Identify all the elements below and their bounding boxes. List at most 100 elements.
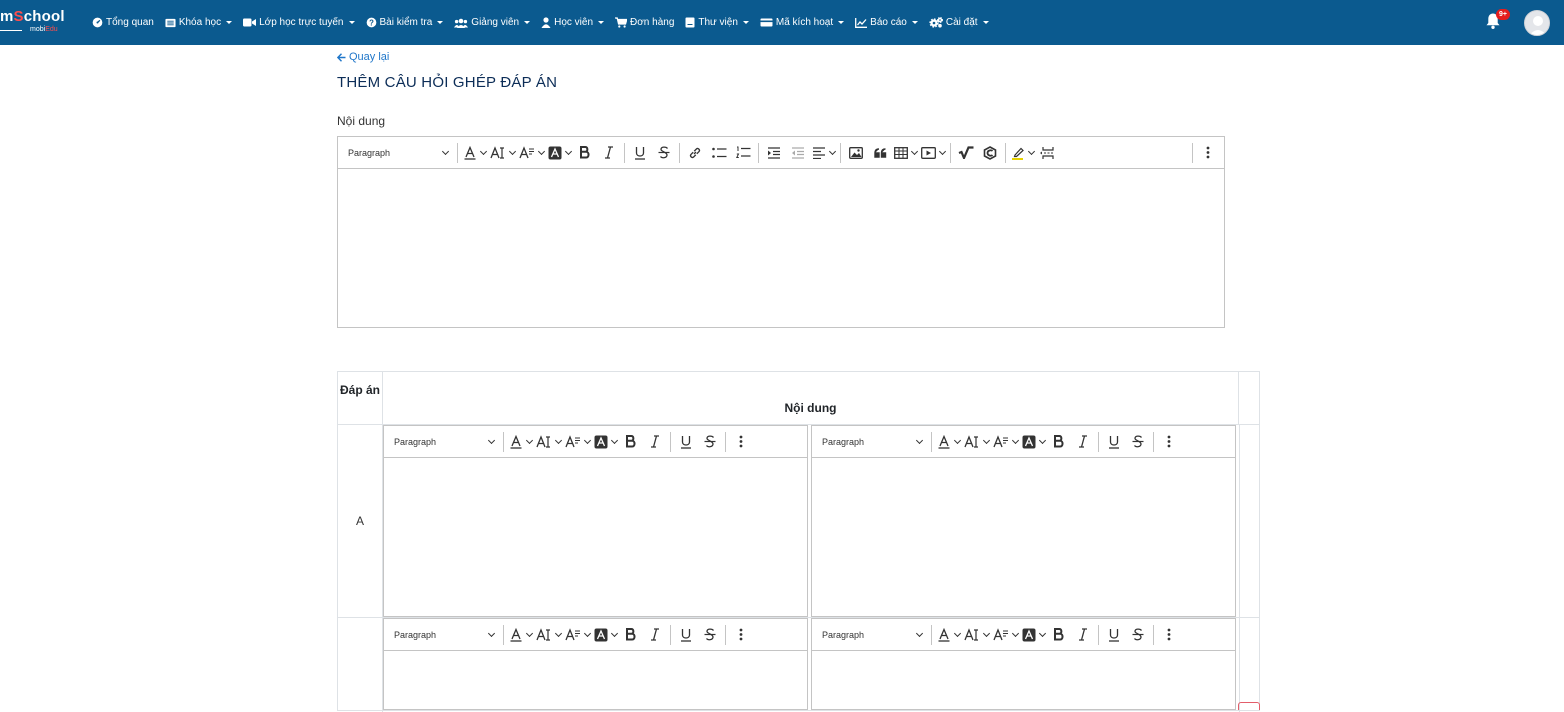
answer-content-textarea[interactable]	[812, 651, 1235, 709]
chevron-down-icon	[487, 629, 496, 637]
background-color-icon	[1022, 435, 1036, 448]
strikethrough-button[interactable]	[652, 141, 676, 165]
quote-icon	[873, 147, 886, 158]
toolbar-separator	[725, 431, 726, 452]
bold-button[interactable]	[619, 430, 643, 454]
bold-icon	[580, 146, 590, 159]
page-break-button[interactable]	[1036, 141, 1060, 165]
paragraph-format-select[interactable]: Paragraph	[388, 623, 500, 647]
bold-button[interactable]	[1047, 623, 1071, 647]
font-size-button[interactable]	[488, 141, 517, 165]
italic-button[interactable]	[643, 623, 667, 647]
more-tools-button[interactable]	[1157, 430, 1181, 454]
font-color-button[interactable]	[935, 623, 962, 647]
numbered-list-button[interactable]	[731, 141, 755, 165]
strikethrough-button[interactable]	[698, 430, 722, 454]
bold-button[interactable]	[1047, 430, 1071, 454]
chemistry-formula-button[interactable]	[978, 141, 1002, 165]
delete-row-button[interactable]	[1238, 702, 1260, 710]
outdent-button[interactable]	[786, 141, 810, 165]
answer-content-textarea[interactable]	[384, 458, 807, 616]
indent-button[interactable]	[762, 141, 786, 165]
answer-content-textarea[interactable]	[384, 651, 807, 709]
block-quote-button[interactable]	[868, 141, 892, 165]
underline-button[interactable]	[628, 141, 652, 165]
italic-button[interactable]	[643, 430, 667, 454]
underline-button[interactable]	[674, 430, 698, 454]
italic-icon	[1079, 628, 1087, 641]
chevron-down-icon	[487, 436, 496, 444]
book-icon	[165, 18, 176, 27]
underline-button[interactable]	[1102, 623, 1126, 647]
highlight-button[interactable]	[1009, 141, 1036, 165]
background-color-button[interactable]	[1020, 430, 1047, 454]
more-tools-button[interactable]	[1196, 141, 1220, 165]
italic-button[interactable]	[597, 141, 621, 165]
font-color-button[interactable]	[507, 623, 534, 647]
strikethrough-button[interactable]	[1126, 623, 1150, 647]
font-color-button[interactable]	[507, 430, 534, 454]
insert-media-button[interactable]	[919, 141, 947, 165]
font-family-button[interactable]	[517, 141, 546, 165]
font-size-button[interactable]	[534, 430, 563, 454]
nav-item-khoa-hoc[interactable]: Khóa học	[165, 17, 233, 28]
font-family-button[interactable]	[991, 623, 1020, 647]
nav-item-label: Thư viện	[698, 17, 738, 28]
font-size-button[interactable]	[962, 623, 991, 647]
paragraph-format-label: Paragraph	[394, 436, 437, 447]
nav-item-bao-cao[interactable]: Báo cáo	[855, 17, 918, 28]
nav-item-tong-quan[interactable]: Tổng quan	[92, 17, 154, 28]
underline-button[interactable]	[1102, 430, 1126, 454]
vertical-dots-icon	[1167, 435, 1171, 448]
underline-button[interactable]	[674, 623, 698, 647]
background-color-button[interactable]	[592, 430, 619, 454]
main-menu: Tổng quan Khóa học Lớp học trực tuyến ? …	[92, 0, 1000, 45]
font-family-button[interactable]	[563, 430, 592, 454]
more-tools-button[interactable]	[729, 430, 753, 454]
strikethrough-button[interactable]	[1126, 430, 1150, 454]
font-family-button[interactable]	[991, 430, 1020, 454]
background-color-button[interactable]	[546, 141, 573, 165]
nav-item-hoc-vien[interactable]: Học viên	[541, 17, 605, 28]
user-avatar[interactable]	[1524, 10, 1550, 36]
font-color-button[interactable]	[935, 430, 962, 454]
nav-item-lop-hoc-truc-tuyen[interactable]: Lớp học trực tuyến	[243, 17, 355, 28]
nav-item-cai-dat[interactable]: Cài đặt	[929, 17, 989, 28]
bold-button[interactable]	[619, 623, 643, 647]
font-size-button[interactable]	[962, 430, 991, 454]
brand-logo[interactable]: mSchool mobiEdu	[0, 8, 78, 38]
bold-icon	[626, 628, 636, 641]
background-color-button[interactable]	[592, 623, 619, 647]
text-align-button[interactable]	[810, 141, 837, 165]
back-link[interactable]: Quay lại	[337, 51, 389, 63]
insert-image-button[interactable]	[844, 141, 868, 165]
answer-content-textarea[interactable]	[812, 458, 1235, 616]
chevron-down-icon	[1038, 436, 1047, 444]
paragraph-format-select[interactable]: Paragraph	[388, 430, 500, 454]
nav-item-ma-kich-hoat[interactable]: Mã kích hoạt	[760, 17, 845, 28]
more-tools-button[interactable]	[1157, 623, 1181, 647]
chevron-down-icon	[583, 436, 592, 444]
strikethrough-button[interactable]	[698, 623, 722, 647]
background-color-button[interactable]	[1020, 623, 1047, 647]
paragraph-format-select[interactable]: Paragraph	[342, 141, 454, 165]
bold-button[interactable]	[573, 141, 597, 165]
font-size-button[interactable]	[534, 623, 563, 647]
math-equation-button[interactable]	[954, 141, 978, 165]
chemistry-icon	[983, 145, 997, 160]
bulleted-list-button[interactable]	[707, 141, 731, 165]
italic-button[interactable]	[1071, 623, 1095, 647]
nav-item-giang-vien[interactable]: Giảng viên	[454, 17, 531, 28]
paragraph-format-select[interactable]: Paragraph	[816, 623, 928, 647]
question-content-textarea[interactable]	[338, 169, 1224, 327]
more-tools-button[interactable]	[729, 623, 753, 647]
nav-item-bai-kiem-tra[interactable]: ? Bài kiểm tra	[366, 17, 444, 28]
italic-button[interactable]	[1071, 430, 1095, 454]
font-family-button[interactable]	[563, 623, 592, 647]
font-color-button[interactable]	[461, 141, 488, 165]
link-button[interactable]	[683, 141, 707, 165]
paragraph-format-select[interactable]: Paragraph	[816, 430, 928, 454]
nav-item-thu-vien[interactable]: Thư viện	[685, 17, 749, 28]
nav-item-don-hang[interactable]: Đơn hàng	[615, 17, 674, 28]
insert-table-button[interactable]	[892, 141, 919, 165]
